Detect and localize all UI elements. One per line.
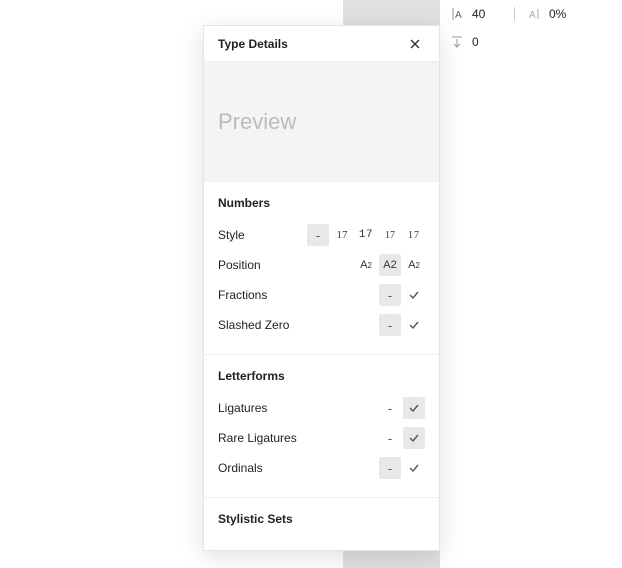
close-icon[interactable] (405, 34, 425, 54)
style-option-default[interactable]: - (307, 224, 329, 246)
letter-spacing-value[interactable]: 0% (549, 7, 579, 21)
fractions-option-on[interactable] (403, 284, 425, 306)
rare-ligatures-option-off[interactable]: - (379, 427, 401, 449)
line-height-value[interactable]: 40 (472, 7, 502, 21)
preview-area: Preview (204, 62, 439, 182)
slashed-zero-row: Slashed Zero - (218, 310, 425, 340)
popover-title: Type Details (218, 37, 288, 51)
slashed-zero-segmented: - (379, 314, 425, 336)
rare-ligatures-option-on[interactable] (403, 427, 425, 449)
paragraph-spacing-row: 0 (442, 28, 622, 56)
letter-spacing-icon: A (527, 7, 541, 21)
rare-ligatures-row: Rare Ligatures - (218, 423, 425, 453)
paragraph-spacing-icon (450, 35, 464, 49)
stylistic-sets-section: Stylistic Sets (204, 498, 439, 550)
ordinals-label: Ordinals (218, 461, 379, 475)
side-properties-panel: A 40 A 0% 0 (442, 0, 622, 56)
ordinals-option-off[interactable]: - (379, 457, 401, 479)
position-row: Position A2 A2 A2 (218, 250, 425, 280)
style-segmented: - 17 17 17 17 (307, 224, 425, 246)
position-option-superscript[interactable]: A2 (403, 254, 425, 276)
popover-header: Type Details (204, 26, 439, 62)
rare-ligatures-label: Rare Ligatures (218, 431, 379, 445)
numbers-title: Numbers (218, 196, 425, 210)
position-option-subscript[interactable]: A2 (355, 254, 377, 276)
ligatures-option-off[interactable]: - (379, 397, 401, 419)
fractions-row: Fractions - (218, 280, 425, 310)
svg-text:A: A (455, 10, 462, 21)
style-row: Style - 17 17 17 17 (218, 220, 425, 250)
preview-placeholder: Preview (218, 109, 296, 135)
position-label: Position (218, 258, 355, 272)
fractions-label: Fractions (218, 288, 379, 302)
style-option-proportional[interactable]: 17 (403, 224, 425, 246)
rare-ligatures-segmented: - (379, 427, 425, 449)
ligatures-label: Ligatures (218, 401, 379, 415)
divider (514, 7, 515, 21)
ordinals-segmented: - (379, 457, 425, 479)
ligatures-row: Ligatures - (218, 393, 425, 423)
position-segmented: A2 A2 A2 (355, 254, 425, 276)
slashed-zero-option-off[interactable]: - (379, 314, 401, 336)
slashed-zero-option-on[interactable] (403, 314, 425, 336)
style-option-tabular[interactable]: 17 (355, 224, 377, 246)
paragraph-spacing-value[interactable]: 0 (472, 35, 502, 49)
type-details-popover: Type Details Preview Numbers Style - 17 … (203, 25, 440, 551)
style-option-lining[interactable]: 17 (331, 224, 353, 246)
style-label: Style (218, 228, 307, 242)
ordinals-row: Ordinals - (218, 453, 425, 483)
stylistic-sets-title: Stylistic Sets (218, 512, 425, 526)
line-height-icon: A (450, 7, 464, 21)
letterforms-section: Letterforms Ligatures - Rare Ligatures -… (204, 355, 439, 498)
position-option-normal[interactable]: A2 (379, 254, 401, 276)
svg-text:A: A (529, 10, 536, 21)
fractions-option-off[interactable]: - (379, 284, 401, 306)
letterforms-title: Letterforms (218, 369, 425, 383)
ligatures-option-on[interactable] (403, 397, 425, 419)
slashed-zero-label: Slashed Zero (218, 318, 379, 332)
line-height-row: A 40 A 0% (442, 0, 622, 28)
style-option-oldstyle[interactable]: 17 (379, 224, 401, 246)
numbers-section: Numbers Style - 17 17 17 17 Position A2 … (204, 182, 439, 355)
fractions-segmented: - (379, 284, 425, 306)
ordinals-option-on[interactable] (403, 457, 425, 479)
ligatures-segmented: - (379, 397, 425, 419)
